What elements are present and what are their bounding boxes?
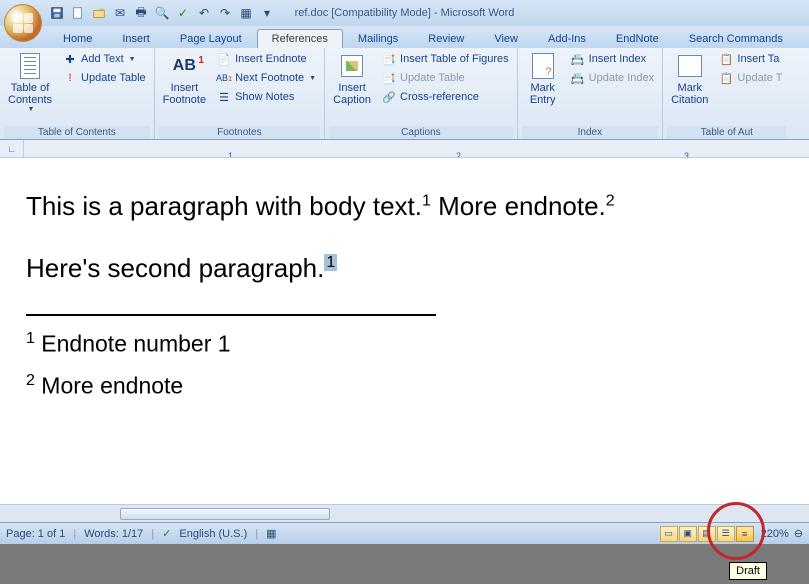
horizontal-ruler[interactable]: ∟ 1 2 3 [0, 140, 809, 158]
next-footnote-button[interactable]: AB1Next Footnote▼ [212, 69, 320, 87]
group-captions: Insert Caption 📑Insert Table of Figures … [325, 48, 518, 139]
tab-page-layout[interactable]: Page Layout [165, 29, 257, 48]
toc-icon [16, 52, 44, 80]
insert-index-icon: 📇 [570, 51, 586, 67]
citation-icon [676, 52, 704, 80]
cross-reference-button[interactable]: 🔗Cross-reference [377, 88, 513, 106]
add-text-button[interactable]: ✚Add Text▼ [58, 50, 150, 68]
tab-references[interactable]: References [257, 29, 343, 48]
paragraph-1[interactable]: This is a paragraph with body text.1 Mor… [26, 190, 783, 224]
group-label-index: Index [522, 126, 658, 139]
tab-endnote[interactable]: EndNote [601, 29, 674, 48]
group-toa: Mark Citation 📋Insert Ta 📋Update T Table… [663, 48, 790, 139]
qat-more-icon[interactable]: ▾ [258, 4, 276, 22]
endnote-ref-1[interactable]: 1 [422, 192, 431, 209]
table-icon[interactable]: ▦ [237, 4, 255, 22]
new-icon[interactable] [69, 4, 87, 22]
update-toa-button[interactable]: 📋Update T [714, 69, 786, 87]
draft-tooltip: Draft [729, 562, 767, 580]
update-toa-icon: 📋 [718, 70, 734, 86]
tab-review[interactable]: Review [413, 29, 479, 48]
update-icon: ! [62, 70, 78, 86]
tab-mailings[interactable]: Mailings [343, 29, 413, 48]
endnote-icon: 📄 [216, 51, 232, 67]
group-footnotes: AB Insert Footnote 📄Insert Endnote AB1Ne… [155, 48, 325, 139]
crossref-icon: 🔗 [381, 89, 397, 105]
update-index-button[interactable]: 📇Update Index [566, 69, 658, 87]
endnote-1[interactable]: 1 Endnote number 1 [26, 330, 783, 359]
open-icon[interactable] [90, 4, 108, 22]
show-notes-icon: ☰ [216, 89, 232, 105]
zoom-level[interactable]: 220% [761, 528, 789, 540]
mark-citation-button[interactable]: Mark Citation [667, 50, 712, 126]
quick-access-toolbar: ✉ 🖶 🔍 ✓ ↶ ↷ ▦ ▾ [48, 4, 276, 22]
table-of-contents-button[interactable]: Table of Contents▼ [4, 50, 56, 126]
scroll-thumb[interactable] [120, 508, 330, 520]
proofing-icon[interactable]: ✓ [162, 527, 171, 540]
endnote-ref-selected[interactable]: 1 [324, 254, 337, 271]
ribbon-tabs: Home Insert Page Layout References Maili… [0, 26, 809, 48]
insert-caption-button[interactable]: Insert Caption [329, 50, 375, 126]
insert-tof-button[interactable]: 📑Insert Table of Figures [377, 50, 513, 68]
print-icon[interactable]: 🖶 [132, 4, 150, 22]
endnote-ref-2[interactable]: 2 [606, 192, 615, 209]
group-label-toa: Table of Aut [667, 126, 786, 139]
print-layout-view-button[interactable]: ▭ [660, 526, 678, 542]
insert-footnote-button[interactable]: AB Insert Footnote [159, 50, 210, 126]
tof-icon: 📑 [381, 51, 397, 67]
endnote-2[interactable]: 2 More endnote [26, 372, 783, 401]
email-icon[interactable]: ✉ [111, 4, 129, 22]
tab-view[interactable]: View [479, 29, 533, 48]
window-title: ref.doc [Compatibility Mode] - Microsoft… [295, 7, 515, 19]
mark-entry-button[interactable]: Mark Entry [522, 50, 564, 126]
show-notes-button[interactable]: ☰Show Notes [212, 88, 320, 106]
full-screen-view-button[interactable]: ▣ [679, 526, 697, 542]
tab-selector[interactable]: ∟ [0, 140, 24, 157]
status-bar: Page: 1 of 1| Words: 1/17| ✓ English (U.… [0, 522, 809, 544]
tab-insert[interactable]: Insert [107, 29, 165, 48]
web-layout-view-button[interactable]: ▤ [698, 526, 716, 542]
draft-view-button[interactable]: ≡ [736, 526, 754, 542]
insert-toa-button[interactable]: 📋Insert Ta [714, 50, 786, 68]
update-tof-button[interactable]: 📑Update Table [377, 69, 513, 87]
insert-endnote-button[interactable]: 📄Insert Endnote [212, 50, 320, 68]
next-footnote-icon: AB1 [216, 70, 232, 86]
insert-toa-icon: 📋 [718, 51, 734, 67]
ribbon: Table of Contents▼ ✚Add Text▼ !Update Ta… [0, 48, 809, 140]
group-toc: Table of Contents▼ ✚Add Text▼ !Update Ta… [0, 48, 155, 139]
update-tof-icon: 📑 [381, 70, 397, 86]
office-button[interactable] [4, 4, 42, 42]
zoom-out-button[interactable]: ⊖ [794, 527, 803, 540]
document-area[interactable]: This is a paragraph with body text.1 Mor… [0, 158, 809, 504]
toc-label: Table of Contents [8, 82, 52, 106]
status-language[interactable]: English (U.S.) [179, 528, 247, 540]
outline-view-button[interactable]: ☰ [717, 526, 735, 542]
add-text-icon: ✚ [62, 51, 78, 67]
group-label-footnotes: Footnotes [159, 126, 320, 139]
undo-icon[interactable]: ↶ [195, 4, 213, 22]
spelling-icon[interactable]: ✓ [174, 4, 192, 22]
macro-icon[interactable]: ▦ [266, 527, 276, 540]
footnote-icon: AB [170, 52, 198, 80]
redo-icon[interactable]: ↷ [216, 4, 234, 22]
print-preview-icon[interactable]: 🔍 [153, 4, 171, 22]
tab-addins[interactable]: Add-Ins [533, 29, 601, 48]
horizontal-scrollbar[interactable] [0, 504, 809, 522]
update-table-button[interactable]: !Update Table [58, 69, 150, 87]
group-label-captions: Captions [329, 126, 513, 139]
title-bar: ✉ 🖶 🔍 ✓ ↶ ↷ ▦ ▾ ref.doc [Compatibility M… [0, 0, 809, 26]
update-index-icon: 📇 [570, 70, 586, 86]
paragraph-2[interactable]: Here's second paragraph.1 [26, 252, 783, 286]
endnote-separator [26, 314, 436, 316]
status-page[interactable]: Page: 1 of 1 [6, 528, 65, 540]
status-words[interactable]: Words: 1/17 [84, 528, 143, 540]
tab-home[interactable]: Home [48, 29, 107, 48]
group-label-toc: Table of Contents [4, 126, 150, 139]
insert-index-button[interactable]: 📇Insert Index [566, 50, 658, 68]
save-icon[interactable] [48, 4, 66, 22]
mark-entry-icon [529, 52, 557, 80]
group-index: Mark Entry 📇Insert Index 📇Update Index I… [518, 48, 663, 139]
caption-icon [338, 52, 366, 80]
tab-search-commands[interactable]: Search Commands [674, 29, 798, 48]
